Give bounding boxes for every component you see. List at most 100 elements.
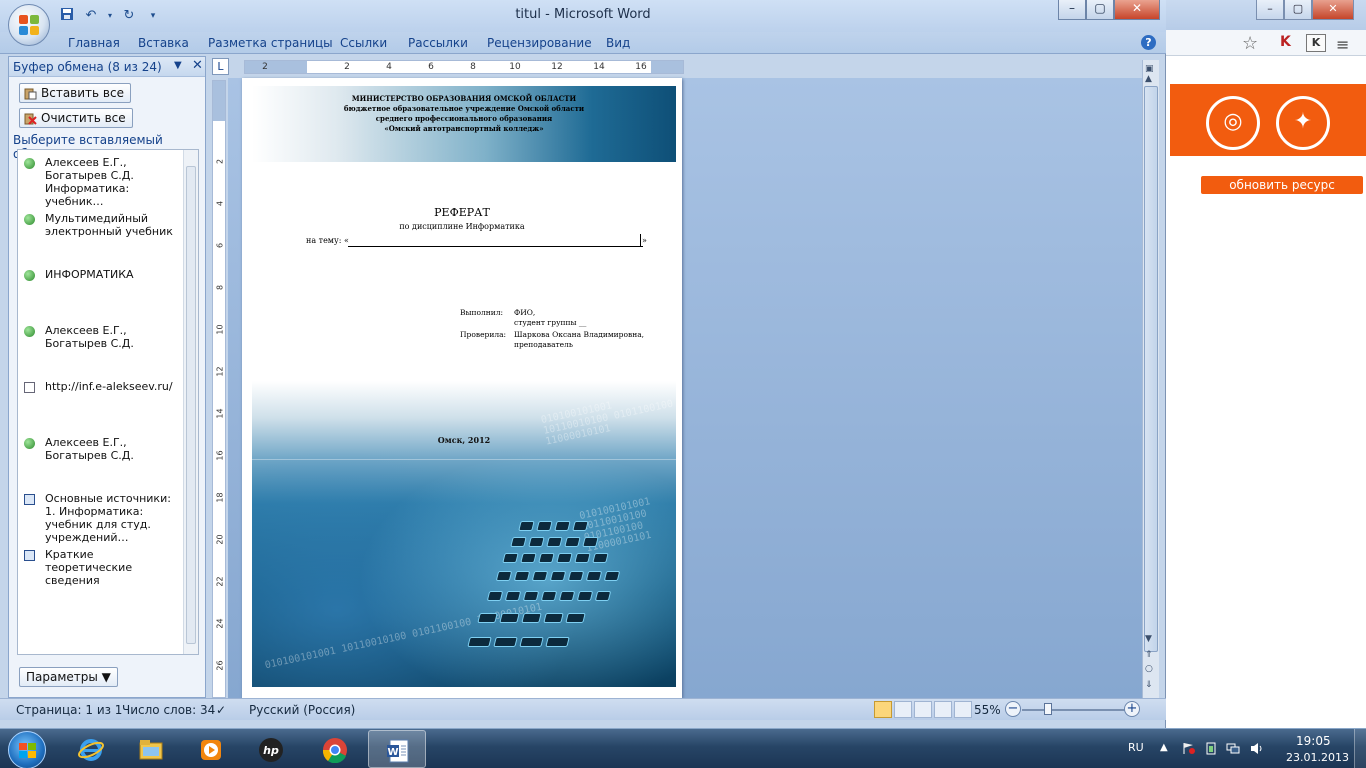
previous-page-icon[interactable]: ⇑ [1145,650,1153,660]
paste-all-button[interactable]: Вставить все [19,83,131,103]
draft-view-icon[interactable] [954,701,972,718]
document-scrollbar[interactable]: ▣ ▲ ▼ ⇑ ○ ⇓ [1142,60,1159,698]
office-button[interactable] [8,4,50,46]
taskbar-hp[interactable]: hp [242,730,300,768]
tab-references[interactable]: Ссылки [340,36,387,50]
zoom-level[interactable]: 55% [974,703,1001,717]
next-page-icon[interactable]: ⇓ [1145,680,1153,690]
show-hidden-icons-icon[interactable]: ▲ [1160,742,1174,755]
zoom-slider-thumb[interactable] [1044,703,1052,715]
clipboard-item[interactable]: Алексеев Е.Г., Богатырев С.Д. Информатик… [18,156,184,208]
language-indicator[interactable]: Русский (Россия) [249,703,355,717]
start-button[interactable] [8,731,46,768]
input-language[interactable]: RU [1128,741,1144,754]
tab-review[interactable]: Рецензирование [487,36,592,50]
ruler-tick: 8 [215,284,225,291]
browse-object-icon[interactable]: ○ [1145,664,1153,674]
taskbar-word[interactable]: W [368,730,426,768]
header-banner-image: МИНИСТЕРСТВО ОБРАЗОВАНИЯ ОМСКОЙ ОБЛАСТИ … [252,86,676,162]
scroll-down-icon[interactable]: ▼ [1145,634,1152,644]
help-icon[interactable]: ? [1141,35,1156,50]
maximize-button[interactable]: ▢ [1086,0,1114,20]
globe-icon [24,214,35,225]
paste-all-label: Вставить все [41,86,124,100]
proofing-icon[interactable]: ✓ [216,703,226,717]
clipboard-item[interactable]: Алексеев Е.Г., Богатырев С.Д. [18,436,184,462]
taskbar-chrome[interactable] [306,730,364,768]
city-year: Омск, 2012 [437,435,491,445]
document-page[interactable]: МИНИСТЕРСТВО ОБРАЗОВАНИЯ ОМСКОЙ ОБЛАСТИ … [242,78,682,698]
taskbar-ie[interactable] [62,730,120,768]
print-layout-icon[interactable] [874,701,892,718]
tab-home[interactable]: Главная [68,36,120,50]
browser-maximize-button[interactable]: ▢ [1284,0,1312,20]
document-title: РЕФЕРАТ [434,206,490,219]
word-count[interactable]: Число слов: 34 [122,703,215,717]
windows-explorer-icon [138,737,164,763]
ruler-tick: 16 [635,62,647,72]
ruler-tick: 22 [215,576,225,587]
browser-minimize-button[interactable]: – [1256,0,1284,20]
network-icon[interactable] [1226,742,1240,755]
clipboard-scrollbar[interactable] [183,150,198,654]
web-layout-icon[interactable] [914,701,932,718]
taskbar-media-player[interactable] [182,730,240,768]
close-button[interactable]: ✕ [1114,0,1160,20]
tab-mailings[interactable]: Рассылки [408,36,468,50]
view-buttons [874,701,972,718]
scroll-thumb[interactable] [1144,86,1158,652]
svg-text:W: W [387,747,398,758]
full-screen-reading-icon[interactable] [894,701,912,718]
ruler-toggle-icon[interactable]: ▣ [1145,64,1154,74]
globe-icon [24,158,35,169]
vertical-ruler[interactable]: 2 4 6 8 10 12 14 16 18 20 22 24 26 [212,80,226,698]
close-icon[interactable]: ✕ [192,58,203,73]
clipboard-item[interactable]: http://inf.e-alekseev.ru/ [18,380,184,393]
svg-text:hp: hp [263,744,279,757]
zoom-out-icon[interactable]: − [1005,701,1021,717]
clipboard-item[interactable]: Краткие теоретические сведения [18,548,184,587]
options-button[interactable]: Параметры ▼ [19,667,118,687]
scroll-up-icon[interactable]: ▲ [1145,74,1152,84]
media-player-icon [198,737,224,763]
tab-page-layout[interactable]: Разметка страницы [208,36,333,50]
browser-address-bar[interactable]: ☆ K K ≡ [1160,30,1366,56]
show-desktop-button[interactable] [1354,729,1366,768]
page-count[interactable]: Страница: 1 из 1 [16,703,122,717]
clipboard-item[interactable]: Алексеев Е.Г., Богатырев С.Д. [18,324,184,350]
chevron-down-icon[interactable]: ▼ [174,60,182,71]
ruler-tick: 2 [344,62,350,72]
education-line: среднего профессионального образования [375,114,553,123]
tab-insert[interactable]: Вставка [138,36,189,50]
zoom-slider[interactable] [1022,709,1126,711]
taskbar-explorer[interactable] [122,730,180,768]
star-icon[interactable]: ☆ [1242,33,1258,54]
refresh-resource-button[interactable]: обновить ресурс [1201,176,1363,194]
horizontal-ruler[interactable]: 2 2 4 6 8 10 12 14 16 [244,60,684,74]
clock-time[interactable]: 19:05 [1296,734,1331,748]
clipboard-item[interactable]: ИНФОРМАТИКА [18,268,184,281]
ruler-tick: 24 [215,618,225,629]
title-bar: ↶ ▾ ↻ ▾ titul - Microsoft Word – ▢ ✕ [0,0,1166,32]
power-icon[interactable] [1204,742,1218,755]
globe-icon [24,326,35,337]
minimize-button[interactable]: – [1058,0,1086,20]
clock-date[interactable]: 23.01.2013 [1286,751,1349,764]
browser-menu-icon[interactable]: ≡ [1336,35,1349,54]
clipboard-scroll-thumb[interactable] [186,166,196,644]
clipboard-item[interactable]: Мультимедийный электронный учебник [18,212,184,238]
clipboard-pane-header: Буфер обмена (8 из 24) ▼ ✕ [9,57,205,77]
zoom-in-icon[interactable]: + [1124,701,1140,717]
kaspersky-icon[interactable]: K [1280,34,1291,50]
tab-selector[interactable]: L [212,58,229,75]
kaspersky-bar-icon[interactable]: K [1306,34,1326,52]
clear-all-button[interactable]: Очистить все [19,108,133,128]
clipboard-item[interactable]: Основные источники: 1. Информатика: учеб… [18,492,184,544]
background-browser-window: – ▢ ✕ ☆ K K ≡ ◎ ✦ обновить ресурс [1160,0,1366,728]
outline-view-icon[interactable] [934,701,952,718]
office-logo-icon [19,15,39,35]
browser-close-button[interactable]: ✕ [1312,0,1354,20]
action-center-icon[interactable] [1182,742,1196,755]
tab-view[interactable]: Вид [606,36,630,50]
volume-icon[interactable] [1250,742,1264,755]
